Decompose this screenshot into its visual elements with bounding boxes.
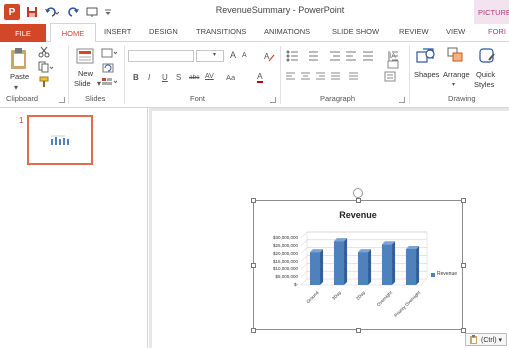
group-separator xyxy=(409,46,410,104)
bold-button[interactable]: B xyxy=(133,73,139,82)
shrink-font-button[interactable]: A xyxy=(242,52,247,59)
shapes-label[interactable]: Shapes xyxy=(414,70,439,79)
tab-slide-show[interactable]: SLIDE SHOW xyxy=(332,27,379,36)
bar-front xyxy=(405,248,417,285)
tab-view[interactable]: VIEW xyxy=(446,27,465,36)
svg-text:A: A xyxy=(264,52,270,61)
grow-font-button[interactable]: A xyxy=(230,50,236,60)
paragraph-group-label: Paragraph xyxy=(320,94,356,103)
ribbon: Paste ▾ Clipboard New Slide ▾ Slides ▾ A… xyxy=(0,42,509,108)
group-separator xyxy=(124,46,125,104)
bar-side xyxy=(320,249,324,285)
font-group-label: Font xyxy=(190,94,206,103)
tab-file[interactable]: FILE xyxy=(0,24,46,42)
underline-button[interactable]: U xyxy=(162,73,168,82)
quick-styles-icon[interactable] xyxy=(476,45,498,67)
bar-front xyxy=(309,252,321,285)
clipboard-group-label: Clipboard xyxy=(6,94,39,103)
paste-options-button[interactable]: (Ctrl) ▾ xyxy=(465,333,507,346)
paste-options-label: (Ctrl) ▾ xyxy=(481,336,503,344)
revenue-chart xyxy=(300,231,428,286)
slide-number: 1 xyxy=(19,116,24,125)
tab-format[interactable]: FORI xyxy=(488,27,506,36)
layout-icon[interactable] xyxy=(101,47,119,58)
tab-review[interactable]: REVIEW xyxy=(399,27,429,36)
picture-tools-context-tab: PICTURE xyxy=(474,0,509,24)
paste-label[interactable]: Paste xyxy=(10,72,29,81)
paste-icon[interactable] xyxy=(6,46,32,72)
quick-styles-label-quick[interactable]: Quick xyxy=(476,70,495,79)
copy-icon[interactable] xyxy=(37,61,55,73)
bar-side xyxy=(344,238,348,285)
arrange-icon[interactable] xyxy=(445,45,467,67)
change-case-button[interactable]: Aa xyxy=(226,73,235,82)
bar-3day xyxy=(333,238,348,285)
cut-icon[interactable] xyxy=(37,46,51,58)
new-slide-label-slide[interactable]: Slide xyxy=(74,79,91,88)
bar-priority-overnight xyxy=(405,245,420,285)
new-slide-icon[interactable] xyxy=(74,46,96,68)
quick-styles-label-styles[interactable]: Styles xyxy=(474,80,494,89)
bar-overnight xyxy=(381,241,396,285)
font-launcher-icon[interactable] xyxy=(270,97,276,103)
tab-home[interactable]: HOME xyxy=(50,23,96,42)
tab-design[interactable]: DESIGN xyxy=(149,27,178,36)
bar-side xyxy=(392,241,396,285)
rotate-handle[interactable] xyxy=(353,188,363,198)
legend-entry: Revenue xyxy=(437,271,458,277)
undo-icon[interactable] xyxy=(42,4,62,20)
bar-2day xyxy=(357,249,372,285)
text-direction-icon[interactable]: llA xyxy=(386,49,404,71)
clear-formatting-icon[interactable]: A xyxy=(263,50,275,62)
font-size-combobox[interactable] xyxy=(196,50,224,62)
tab-transitions[interactable]: TRANSITIONS xyxy=(196,27,246,36)
reset-icon[interactable] xyxy=(101,62,115,73)
bar-front xyxy=(381,244,393,285)
font-color-button[interactable]: A xyxy=(257,72,263,83)
strikethrough-button[interactable]: abc xyxy=(189,74,199,81)
bar-side xyxy=(416,245,420,285)
window-title: RevenueSummary - PowerPoint xyxy=(215,5,345,15)
shapes-icon[interactable] xyxy=(414,45,438,67)
drawing-group-label: Drawing xyxy=(448,94,476,103)
redo-icon[interactable] xyxy=(66,4,82,20)
paragraph-launcher-icon[interactable] xyxy=(399,97,405,103)
slide-thumbnail[interactable] xyxy=(27,115,93,165)
group-separator xyxy=(68,46,69,104)
title-bar: P RevenueSummary - PowerPoint PICTURE xyxy=(0,0,509,24)
arrange-label[interactable]: Arrange xyxy=(443,70,470,79)
italic-button[interactable]: I xyxy=(148,73,150,82)
powerpoint-icon[interactable]: P xyxy=(4,4,20,20)
bar-front xyxy=(333,241,345,285)
slides-group-label: Slides xyxy=(85,94,106,103)
character-spacing-button[interactable]: AV xyxy=(205,73,214,80)
start-from-beginning-icon[interactable] xyxy=(84,4,100,20)
clipboard-launcher-icon[interactable] xyxy=(59,97,65,103)
shadow-button[interactable]: S xyxy=(176,73,181,82)
group-separator xyxy=(280,46,281,104)
bar-side xyxy=(368,249,372,285)
format-painter-icon[interactable] xyxy=(37,76,51,88)
bar-front xyxy=(357,252,369,285)
thumbnail-chart-preview xyxy=(49,135,71,147)
section-icon[interactable] xyxy=(101,76,119,87)
font-name-combobox[interactable] xyxy=(128,50,194,62)
paste-options-icon xyxy=(470,334,477,344)
customize-qat-icon[interactable] xyxy=(100,4,116,20)
svg-text:llA: llA xyxy=(388,53,396,60)
paste-dropdown-icon[interactable]: ▾ xyxy=(14,83,18,92)
bar-ground xyxy=(309,249,324,285)
arrange-dropdown-icon[interactable]: ▾ xyxy=(452,81,455,88)
new-slide-label-new[interactable]: New xyxy=(78,69,93,78)
tab-insert[interactable]: INSERT xyxy=(104,27,131,36)
alignment-buttons[interactable] xyxy=(285,70,405,84)
ribbon-tabs: FILE HOME INSERT DESIGN TRANSITIONS ANIM… xyxy=(0,23,509,42)
tab-animations[interactable]: ANIMATIONS xyxy=(264,27,310,36)
save-icon[interactable] xyxy=(24,4,40,20)
font-size-dropdown-icon[interactable]: ▾ xyxy=(213,51,216,58)
legend-swatch xyxy=(431,273,435,277)
